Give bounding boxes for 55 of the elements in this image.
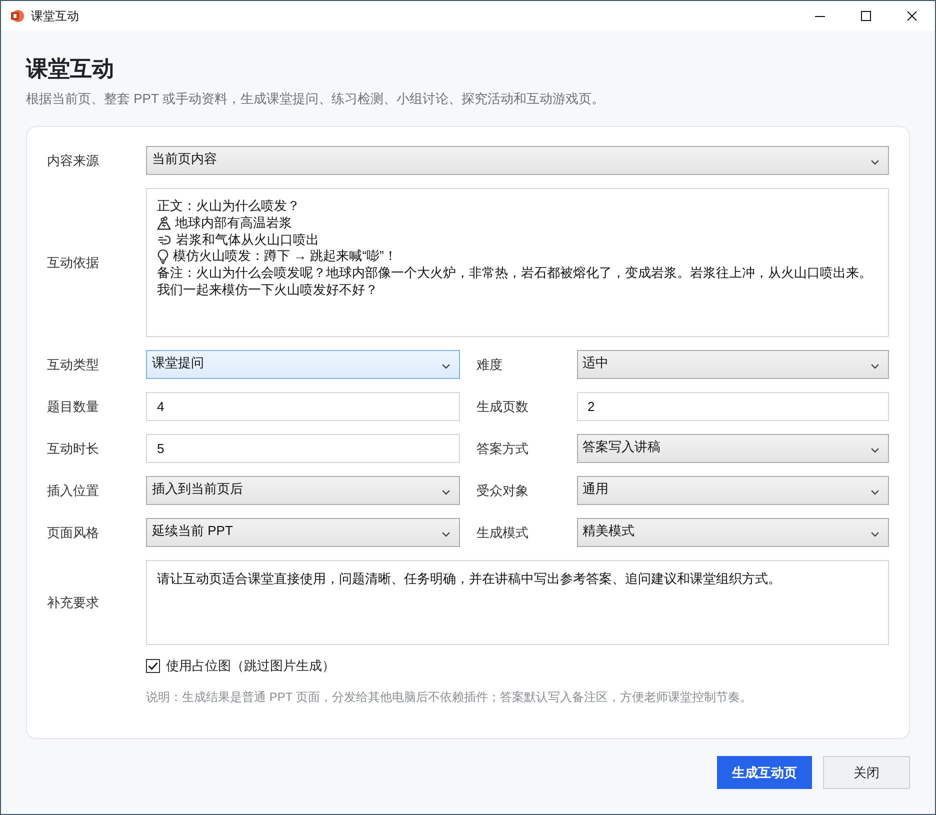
window-title: 课堂互动	[31, 8, 79, 25]
chevron-down-icon	[871, 490, 879, 494]
dropdown[interactable]: 插入到当前页后	[146, 476, 460, 505]
lightbulb-icon	[157, 249, 169, 264]
checkbox-label: 使用占位图（跳过图片生成）	[166, 657, 335, 676]
field-label: 受众对象	[476, 482, 528, 500]
chevron-down-icon	[871, 532, 879, 536]
field-label: 生成页数	[476, 398, 528, 416]
page-title: 课堂互动	[26, 55, 115, 83]
textarea-line: 岩浆和气体从火山口喷出	[176, 232, 319, 248]
textarea-line: 备注：火山为什么会喷发呢？地球内部像一个大火炉，非常热，岩石都被熔化了，变成岩浆。岩浆往上冲，从火山口喷出来。	[157, 265, 873, 282]
checkmark-icon	[148, 662, 158, 670]
text-field[interactable]: 5	[146, 434, 460, 463]
field-label: 内容来源	[47, 152, 99, 170]
field-label: 互动时长	[47, 440, 99, 458]
chevron-down-icon	[871, 364, 879, 368]
chevron-down-icon	[442, 364, 450, 368]
wind-icon	[157, 234, 172, 246]
field-label: 互动类型	[47, 356, 99, 374]
textarea-line: 我们一起来模仿一下火山喷发好不好？	[157, 282, 379, 299]
dropdown[interactable]: 当前页内容	[146, 146, 889, 175]
field-label: 题目数量	[47, 398, 99, 416]
field-label: 插入位置	[47, 482, 99, 500]
dropdown[interactable]: 延续当前 PPT	[146, 518, 460, 547]
dropdown[interactable]: 课堂提问	[146, 350, 460, 379]
maximize-icon	[861, 11, 871, 21]
text-field[interactable]: 4	[146, 392, 460, 421]
field-label: 难度	[476, 356, 502, 374]
chevron-down-icon	[442, 532, 450, 536]
dropdown[interactable]: 答案写入讲稿	[576, 434, 889, 463]
text-field[interactable]: 2	[576, 392, 889, 421]
generate-button[interactable]: 生成互动页	[717, 756, 812, 789]
close-icon	[907, 11, 917, 21]
note-text: 说明：生成结果是普通 PPT 页面，分发给其他电脑后不依赖插件；答案默认写入备注区，方便老师课堂控制节奏。	[146, 689, 753, 706]
dropdown[interactable]: 通用	[576, 476, 889, 505]
field-label: 补充要求	[47, 594, 99, 612]
field-label: 答案方式	[476, 440, 528, 458]
close-dialog-button[interactable]: 关闭	[823, 756, 910, 789]
textarea-line: 正文：火山为什么喷发？	[157, 198, 301, 215]
app-icon	[10, 9, 24, 23]
chevron-down-icon	[871, 160, 879, 164]
textarea[interactable]: 请让互动页适合课堂直接使用，问题清晰、任务明确，并在讲稿中写出参考答案、追问建议和课堂组织方式。	[146, 560, 889, 645]
textarea-line: 地球内部有高温岩浆	[175, 214, 292, 232]
dropdown[interactable]: 适中	[576, 350, 889, 379]
field-label: 互动依据	[47, 254, 99, 272]
checkbox[interactable]	[146, 659, 160, 673]
chevron-down-icon	[442, 490, 450, 494]
dropdown[interactable]: 精美模式	[576, 518, 889, 547]
field-label: 生成模式	[476, 524, 528, 542]
page-subtitle: 根据当前页、整套 PPT 或手动资料，生成课堂提问、练习检测、小组讨论、探究活动和互动游戏页。	[26, 90, 606, 108]
textarea[interactable]: 正文：火山为什么喷发？ 地球内部有高温岩浆 岩浆和气体从火山口喷出 模仿火山喷发：蹲下 → 跳起来喊“嘭”！ 备注：火山为什么会喷发呢？地球内部像一个大火炉，非常热，岩石都被熔化了，变成岩浆。岩浆往上冲，从火山口喷出来。 我们一起来模仿一下火山喷发好不好？	[146, 188, 889, 337]
field-label: 页面风格	[47, 524, 99, 542]
chevron-down-icon	[871, 448, 879, 452]
textarea-line: 模仿火山喷发：蹲下 → 跳起来喊“嘭”！	[173, 248, 397, 266]
volcano-icon	[157, 216, 171, 230]
